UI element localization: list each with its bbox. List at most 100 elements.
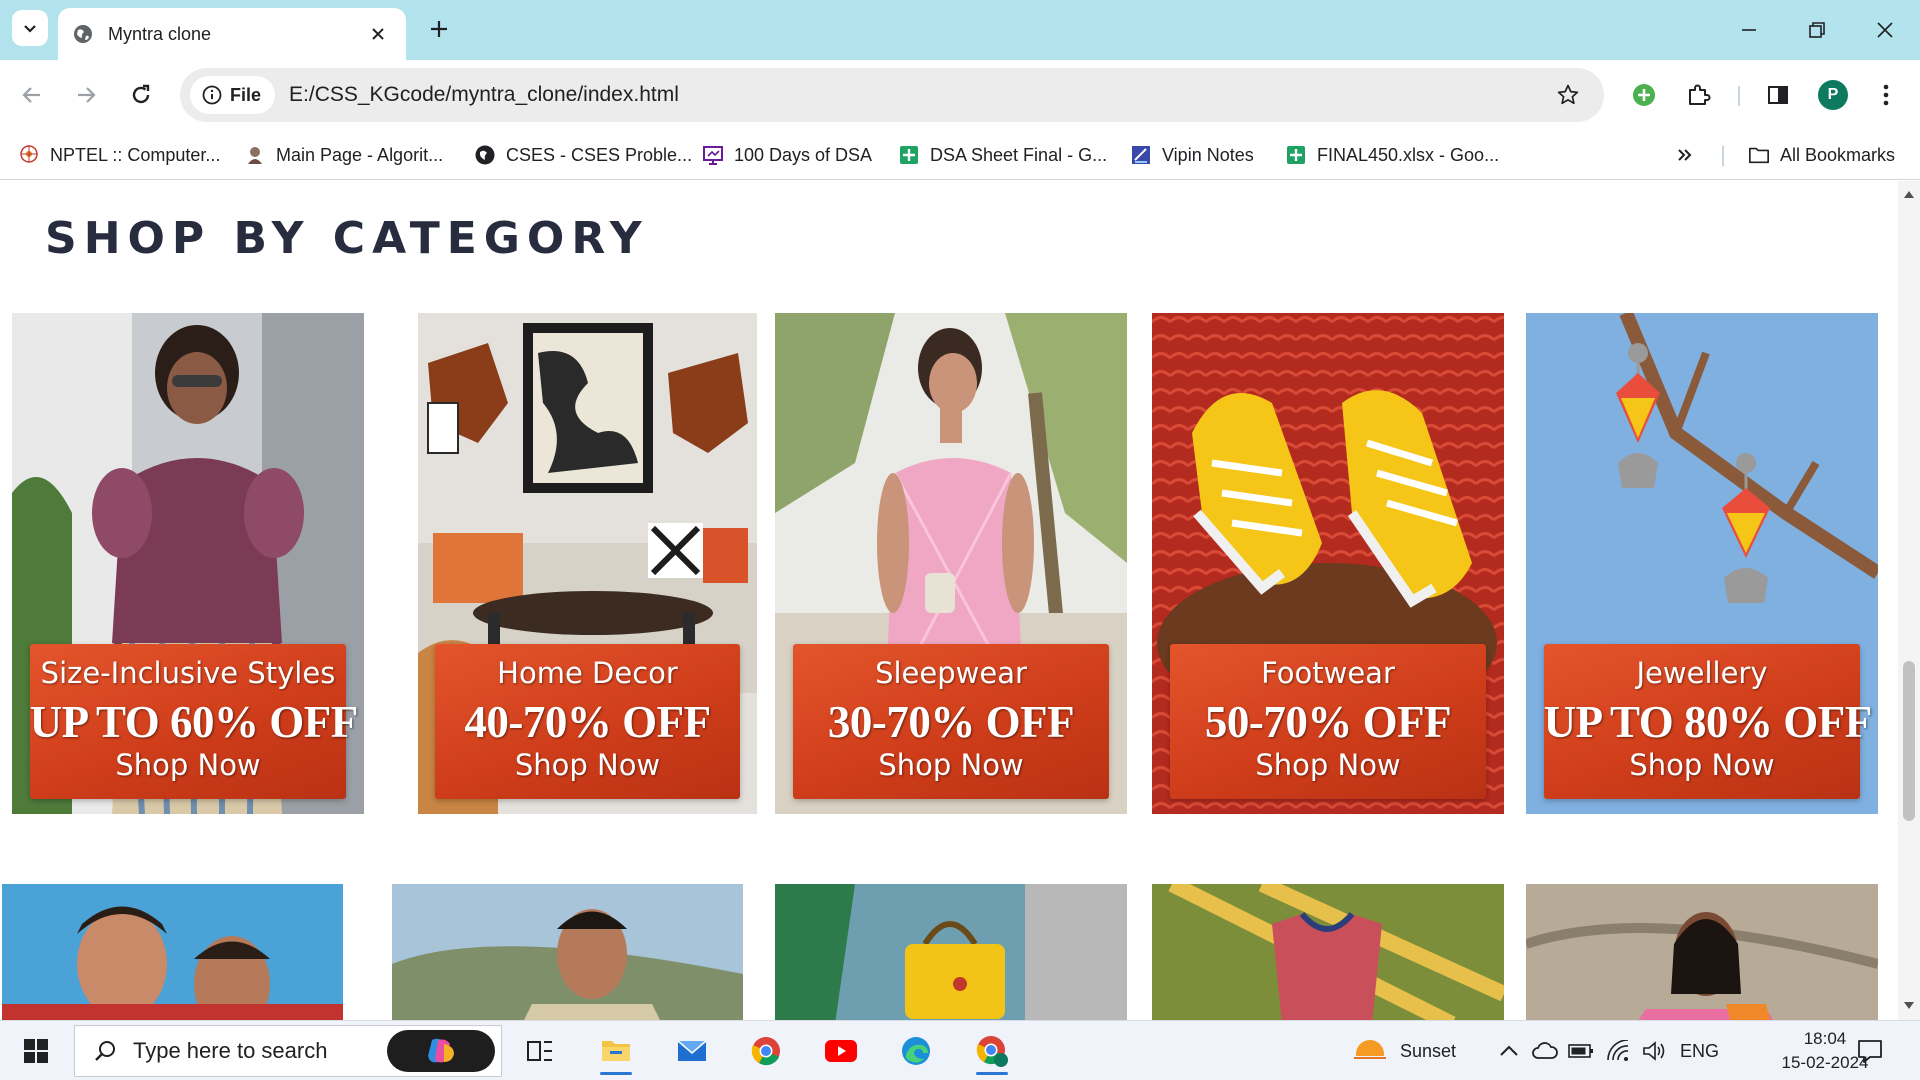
notes-icon <box>1130 144 1152 166</box>
toolbar-divider <box>1738 86 1740 106</box>
shop-now-label[interactable]: Shop Now <box>435 748 740 782</box>
shop-now-label[interactable]: Shop Now <box>30 748 347 782</box>
site-info-chip[interactable]: File <box>190 76 276 114</box>
shop-now-label[interactable]: Shop Now <box>793 748 1110 782</box>
bookmark-label: Vipin Notes <box>1162 144 1254 165</box>
notification-icon <box>1858 1040 1882 1063</box>
kidswear-image <box>1152 884 1504 1020</box>
extension-plus-icon[interactable] <box>1626 77 1662 113</box>
taskbar-edge[interactable] <box>890 1027 942 1075</box>
battery-button[interactable] <box>1568 1021 1594 1080</box>
offer-banner: Home Decor 40-70% OFF Shop Now <box>434 643 741 799</box>
start-button[interactable] <box>14 1033 58 1069</box>
taskbar-file-explorer[interactable] <box>590 1027 642 1075</box>
copilot-button[interactable] <box>387 1030 495 1072</box>
back-button[interactable] <box>14 77 50 113</box>
reload-button[interactable] <box>123 77 159 113</box>
windows-taskbar: Type here to search Sunset ENG 18:04 15-… <box>0 1020 1920 1080</box>
taskbar-chrome-profile[interactable] <box>966 1027 1018 1075</box>
folder-icon <box>602 1041 630 1061</box>
category-card-size-inclusive[interactable]: Size-Inclusive Styles UP TO 60% OFF Shop… <box>12 313 364 814</box>
bookmark-nptel[interactable]: NPTEL :: Computer... <box>18 138 220 172</box>
chevron-down-icon <box>24 25 36 33</box>
language-indicator[interactable]: ENG <box>1680 1021 1719 1080</box>
globe-icon <box>72 23 94 45</box>
volume-button[interactable] <box>1642 1021 1666 1080</box>
windows-logo-icon <box>24 1039 48 1063</box>
shop-now-label[interactable]: Shop Now <box>1170 748 1487 782</box>
all-bookmarks-button[interactable]: All Bookmarks <box>1748 138 1895 172</box>
arrow-right-icon <box>78 87 96 103</box>
page-viewport: SHOP BY CATEGORY Size-Inclusive Styles U… <box>0 181 1898 1020</box>
address-bar[interactable]: File E:/CSS_KGcode/myntra_clone/index.ht… <box>180 68 1604 122</box>
page-scrollbar[interactable] <box>1898 181 1920 1020</box>
tab-myntra-clone[interactable]: Myntra clone <box>58 8 406 60</box>
extensions-puzzle-icon[interactable] <box>1680 77 1716 113</box>
url-text[interactable]: E:/CSS_KGcode/myntra_clone/index.html <box>289 83 1550 107</box>
task-view-button[interactable] <box>514 1027 566 1075</box>
reload-icon <box>132 84 150 104</box>
category-card-row2-kids[interactable] <box>1152 884 1504 1020</box>
taskbar-youtube[interactable] <box>815 1027 867 1075</box>
shop-now-label[interactable]: Shop Now <box>1544 748 1861 782</box>
category-card-row2-handbags[interactable] <box>775 884 1127 1020</box>
side-panel-icon[interactable] <box>1760 77 1796 113</box>
wifi-button[interactable] <box>1606 1021 1630 1080</box>
search-placeholder: Type here to search <box>133 1038 328 1063</box>
category-card-footwear[interactable]: Footwear 50-70% OFF Shop Now <box>1152 313 1504 814</box>
tab-search-button[interactable] <box>12 10 48 46</box>
onedrive-button[interactable] <box>1532 1021 1558 1080</box>
taskbar-search[interactable]: Type here to search <box>74 1025 502 1077</box>
active-indicator <box>976 1072 1008 1075</box>
category-card-row2-men[interactable] <box>2 884 343 1020</box>
scroll-down-icon[interactable] <box>1902 999 1916 1013</box>
scroll-up-icon[interactable] <box>1902 187 1916 201</box>
taskbar-mail[interactable] <box>666 1027 718 1075</box>
scrollbar-thumb[interactable] <box>1903 661 1915 821</box>
category-card-row2-western[interactable] <box>1526 884 1878 1020</box>
category-card-sleepwear[interactable]: Sleepwear 30-70% OFF Shop Now <box>775 313 1127 814</box>
notifications-button[interactable] <box>1856 1021 1884 1080</box>
bookmark-final450[interactable]: FINAL450.xlsx - Goo... <box>1285 138 1499 172</box>
category-card-home-decor[interactable]: Home Decor 40-70% OFF Shop Now <box>418 313 757 814</box>
bookmark-100-days-dsa[interactable]: 100 Days of DSA <box>702 138 872 172</box>
close-tab-icon[interactable] <box>364 20 392 48</box>
minimize-button[interactable] <box>1724 10 1774 50</box>
browser-menu-button[interactable] <box>1868 77 1904 113</box>
bookmark-label: Main Page - Algorit... <box>276 144 444 165</box>
forward-button[interactable] <box>68 77 104 113</box>
offer-banner: Footwear 50-70% OFF Shop Now <box>1169 643 1487 799</box>
bookmark-algorithmica[interactable]: Main Page - Algorit... <box>244 138 443 172</box>
tray-overflow-button[interactable] <box>1498 1021 1520 1080</box>
bookmark-vipin-notes[interactable]: Vipin Notes <box>1130 138 1254 172</box>
algorithmica-icon <box>244 144 266 166</box>
all-bookmarks-label: All Bookmarks <box>1780 144 1896 165</box>
category-name: Jewellery <box>1636 655 1768 690</box>
bookmark-dsa-sheet[interactable]: DSA Sheet Final - G... <box>898 138 1107 172</box>
weather-widget[interactable]: Sunset <box>1350 1021 1456 1080</box>
tab-title: Myntra clone <box>108 23 212 44</box>
info-icon <box>202 85 222 105</box>
category-card-row2-ethnic[interactable] <box>392 884 743 1020</box>
sunset-icon <box>1350 1040 1390 1068</box>
category-card-jewellery[interactable]: Jewellery UP TO 80% OFF Shop Now <box>1526 313 1878 814</box>
arrow-left-icon <box>22 87 40 103</box>
plus-icon <box>431 21 447 37</box>
slides-icon <box>702 144 724 166</box>
profile-avatar[interactable]: P <box>1815 77 1851 113</box>
task-view-icon <box>527 1041 552 1061</box>
language-label: ENG <box>1680 1040 1720 1061</box>
category-name: Size-Inclusive Styles <box>40 655 336 690</box>
category-offer: 40-70% OFF <box>464 696 711 747</box>
taskbar-chrome[interactable] <box>740 1027 792 1075</box>
bookmarks-overflow-button[interactable] <box>1676 138 1694 172</box>
bookmark-cses[interactable]: CSES - CSES Proble... <box>474 138 692 172</box>
bookmark-label: FINAL450.xlsx - Goo... <box>1317 144 1500 165</box>
category-offer: UP TO 80% OFF <box>1543 696 1873 747</box>
new-tab-button[interactable] <box>424 14 454 44</box>
youtube-icon <box>825 1040 857 1062</box>
minimize-icon <box>1742 29 1756 31</box>
close-window-button[interactable] <box>1860 10 1910 50</box>
restore-button[interactable] <box>1792 10 1842 50</box>
bookmark-star-icon[interactable] <box>1550 77 1586 113</box>
